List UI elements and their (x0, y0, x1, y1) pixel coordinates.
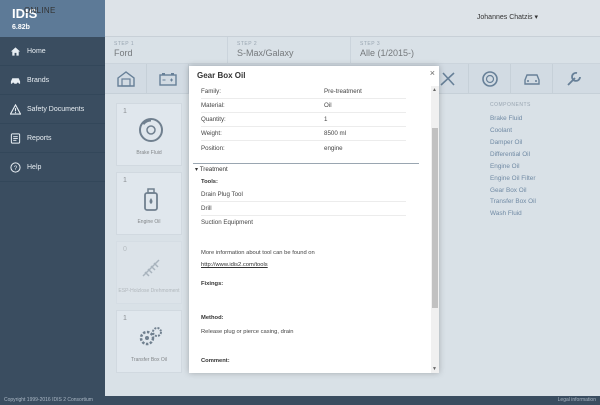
modal-title: Gear Box Oil (197, 71, 246, 80)
svg-text:?: ? (13, 164, 17, 171)
warning-icon (9, 103, 21, 115)
property-value: Pre-treatment (324, 88, 362, 95)
brand-header: IDIS ONLINE 6.82b (0, 0, 105, 37)
property-row: Material: Oil (201, 99, 406, 113)
scrollbar-thumb[interactable] (432, 128, 438, 308)
sidebar-menu: Home Brands Safety Documents Reports ? H… (0, 37, 105, 182)
property-row: Quantity: 1 (201, 113, 406, 127)
legal-link[interactable]: Legal information (558, 397, 596, 403)
property-key: Material: (201, 102, 225, 109)
sidebar-item-label: Help (27, 163, 42, 171)
sidebar-item-brands[interactable]: Brands (0, 66, 105, 95)
footer: Copyright 1999-2016 IDIS 2 Consortium Le… (0, 396, 600, 405)
more-info-text: More information about tool can be found… (201, 250, 315, 256)
property-key: Family: (201, 88, 221, 95)
tools-label: Tools: (201, 179, 218, 185)
tool-row: Drill (201, 202, 406, 216)
property-row: Position: engine (201, 142, 406, 156)
sidebar-item-reports[interactable]: Reports (0, 124, 105, 153)
fixings-label: Fixings: (201, 281, 224, 287)
sidebar: IDIS ONLINE 6.82b Home Brands Safety Docu… (0, 0, 105, 405)
section-divider (193, 163, 419, 164)
sidebar-item-label: Safety Documents (27, 105, 85, 113)
sidebar-item-home[interactable]: Home (0, 37, 105, 66)
app-name-suffix: ONLINE (24, 6, 56, 15)
property-key: Weight: (201, 130, 222, 137)
tools-link[interactable]: http://www.idis2.com/tools (201, 262, 268, 268)
method-label: Method: (201, 315, 224, 321)
scroll-down-icon[interactable]: ▼ (432, 366, 437, 372)
sidebar-item-safety-documents[interactable]: Safety Documents (0, 95, 105, 124)
top-bar: Johannes Chatzis ▾ (105, 0, 600, 37)
property-value: 1 (324, 116, 328, 123)
sidebar-item-help[interactable]: ? Help (0, 153, 105, 182)
help-icon: ? (9, 161, 21, 173)
scroll-up-icon[interactable]: ▲ (432, 87, 437, 93)
property-key: Quantity: (201, 116, 226, 123)
reports-icon (9, 132, 21, 144)
sidebar-item-label: Brands (27, 76, 50, 84)
app-version: 6.82b (12, 24, 30, 31)
sidebar-item-label: Home (27, 47, 46, 55)
copyright-text: Copyright 1999-2016 IDIS 2 Consortium (4, 397, 93, 403)
close-icon[interactable]: × (430, 68, 435, 78)
modal-content[interactable]: Family: Pre-treatment Material: Oil Quan… (189, 86, 439, 373)
method-text: Release plug or pierce casing, drain (201, 329, 294, 335)
car-icon (9, 74, 21, 86)
property-value: Oil (324, 102, 332, 109)
treatment-toggle[interactable]: ▾ Treatment (195, 166, 228, 173)
comment-label: Comment: (201, 358, 230, 364)
property-value: engine (324, 145, 343, 152)
sidebar-item-label: Reports (27, 134, 52, 142)
app-logo[interactable]: IDIS ONLINE (12, 6, 55, 21)
property-row: Family: Pre-treatment (201, 86, 406, 99)
modal-scrollbar[interactable]: ▲ ▼ (431, 86, 439, 373)
component-detail-modal: Gear Box Oil × Family: Pre-treatment Mat… (189, 66, 439, 373)
tool-row: Suction Equipment (201, 219, 253, 226)
tool-row: Drain Plug Tool (201, 188, 406, 202)
user-menu[interactable]: Johannes Chatzis ▾ (477, 13, 538, 21)
property-value: 8500 ml (324, 130, 347, 137)
home-icon (9, 45, 21, 57)
property-key: Position: (201, 145, 225, 152)
property-row: Weight: 8500 ml (201, 127, 406, 141)
